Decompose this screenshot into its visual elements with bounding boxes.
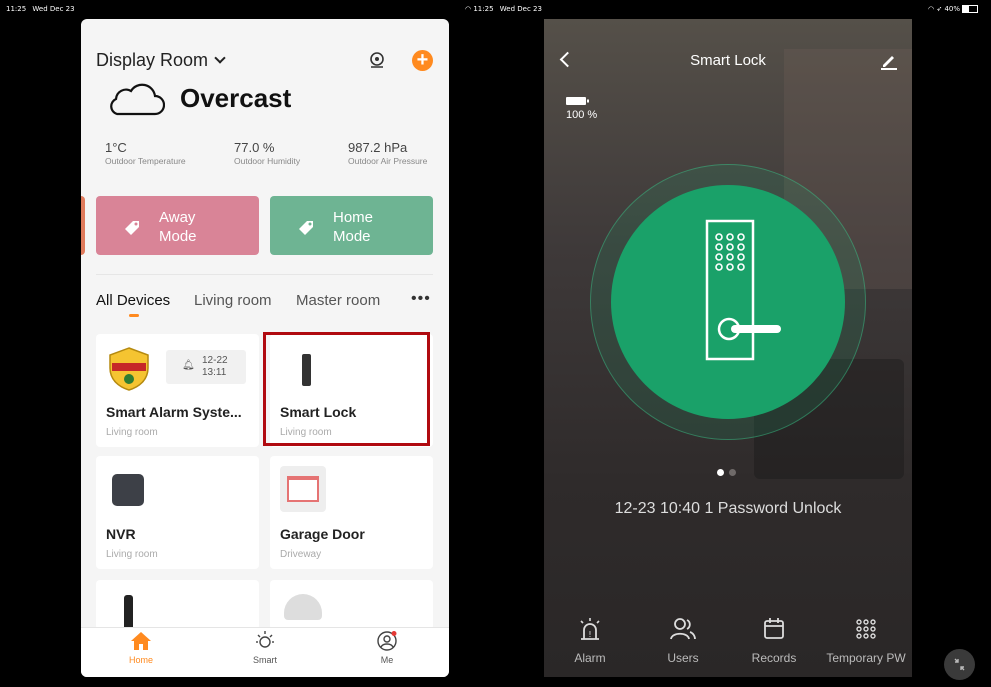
tab-indicator (129, 314, 139, 317)
home-app-panel: Display Room + Overcast 1°C Outdoor Temp… (81, 19, 449, 677)
device-name: NVR (106, 526, 136, 542)
stat-pressure: 987.2 hPa Outdoor Air Pressure (348, 140, 427, 166)
stat-label: Outdoor Air Pressure (348, 156, 428, 166)
status-time: 11:25 (6, 5, 27, 13)
more-icon[interactable]: ••• (411, 290, 431, 308)
bell-icon: 🔔︎ (182, 360, 195, 371)
tag-icon (299, 221, 313, 235)
wifi-icon: ◠ (465, 5, 472, 13)
tab-all-devices[interactable]: All Devices (96, 292, 170, 309)
chevron-down-icon (214, 52, 226, 64)
selection-highlight (263, 332, 430, 446)
users-icon (670, 618, 696, 640)
nav-records[interactable]: Records (729, 615, 819, 665)
calendar-icon (764, 618, 784, 639)
status-date: Wed Dec 23 (32, 5, 75, 13)
device-room: Living room (106, 549, 158, 560)
collapse-button[interactable] (944, 649, 975, 680)
page-dot (729, 469, 736, 476)
nav-label: Temporary PW (826, 651, 906, 665)
camera-thumbnail (284, 594, 322, 620)
nav-label: Alarm (574, 651, 606, 665)
alarm-badge: 🔔︎ 12-22 13:11 (166, 350, 246, 384)
room-title: Display Room (96, 50, 209, 70)
device-name: Smart Alarm Syste... (106, 404, 242, 420)
svg-text:!: ! (588, 630, 591, 639)
device-room: Living room (106, 427, 158, 438)
nav-temporary-pw[interactable]: Temporary PW (821, 615, 911, 665)
battery-percent: 40% (944, 5, 961, 13)
status-bar-right: ◠ ➶ 40% (928, 5, 979, 13)
mode-label: Away Mode (159, 209, 197, 245)
garage-thumbnail (280, 466, 326, 512)
away-mode-button[interactable]: Away Mode (96, 196, 259, 255)
nav-alarm[interactable]: ! Alarm (545, 615, 635, 665)
stat-value: 77.0 % (234, 140, 275, 155)
weather-condition: Overcast (180, 83, 292, 113)
device-room: Driveway (280, 549, 322, 560)
wifi-icon: ◠ (928, 5, 935, 13)
page-dot-active (717, 469, 724, 476)
room-selector[interactable]: Display Room (96, 50, 226, 71)
collapse-arrows-icon (954, 658, 965, 671)
divider (96, 274, 433, 275)
cloud-icon (110, 83, 165, 116)
edit-icon[interactable] (880, 52, 898, 70)
status-time: 11:25 (473, 5, 494, 13)
nav-label: Records (751, 651, 797, 665)
device-card-doorbell[interactable] (96, 580, 259, 635)
nav-label: Me (380, 655, 394, 665)
tab-living-room[interactable]: Living room (194, 292, 272, 309)
camera-icon[interactable] (369, 52, 385, 68)
device-card-nvr[interactable]: NVR Living room (96, 456, 259, 569)
nav-smart[interactable]: Smart (235, 631, 295, 665)
stat-humidity: 77.0 % Outdoor Humidity (234, 140, 300, 166)
profile-icon (377, 631, 397, 651)
lock-status-button[interactable] (611, 185, 845, 419)
status-bar-mid: ◠ 11:25 Wed Dec 23 (465, 5, 542, 13)
nav-me[interactable]: Me (357, 631, 417, 665)
device-card-alarm[interactable]: 🔔︎ 12-22 13:11 Smart Alarm Syste... Livi… (96, 334, 259, 447)
status-date: Wed Dec 23 (499, 5, 542, 13)
battery-icon (566, 97, 589, 105)
battery-icon (962, 5, 979, 13)
tag-icon (125, 221, 139, 235)
nav-label: Home (128, 655, 153, 665)
battery-level: 100 % (566, 109, 598, 121)
location-icon: ➶ (936, 5, 943, 13)
badge-date: 12-22 (202, 355, 228, 366)
badge-time: 13:11 (202, 367, 227, 378)
stat-value: 1°C (105, 140, 127, 155)
nav-label: Smart (252, 655, 277, 665)
bottom-nav: Home Smart Me (81, 627, 449, 677)
door-lock-icon (705, 219, 781, 361)
mode-card-partial[interactable] (81, 196, 85, 255)
alarm-shield-icon (109, 347, 149, 391)
status-bar-left: 11:25 Wed Dec 23 (6, 5, 75, 13)
keypad-icon (856, 619, 876, 639)
stat-label: Outdoor Humidity (234, 156, 301, 166)
sun-icon (256, 631, 274, 648)
stat-value: 987.2 hPa (348, 140, 408, 155)
home-icon (131, 632, 151, 650)
nav-label: Users (667, 651, 699, 665)
tab-master-room[interactable]: Master room (296, 292, 380, 309)
page-title: Smart Lock (690, 52, 766, 69)
stat-label: Outdoor Temperature (105, 156, 186, 166)
stat-temperature: 1°C Outdoor Temperature (105, 140, 186, 166)
alarm-icon: ! (580, 618, 600, 640)
add-device-button[interactable]: + (412, 50, 433, 71)
mode-label: Home Mode (333, 209, 374, 245)
nvr-thumbnail (112, 474, 144, 506)
smart-lock-panel: Smart Lock 100 % 12-23 10:40 1 Password … (544, 19, 912, 677)
nav-home[interactable]: Home (111, 631, 171, 665)
nav-users[interactable]: Users (638, 615, 728, 665)
device-name: Garage Door (280, 526, 365, 542)
home-mode-button[interactable]: Home Mode (270, 196, 433, 255)
last-event: 12-23 10:40 1 Password Unlock (614, 500, 842, 517)
device-card-camera[interactable] (270, 580, 433, 630)
device-card-garage[interactable]: Garage Door Driveway (270, 456, 433, 569)
page-indicator (717, 463, 741, 481)
